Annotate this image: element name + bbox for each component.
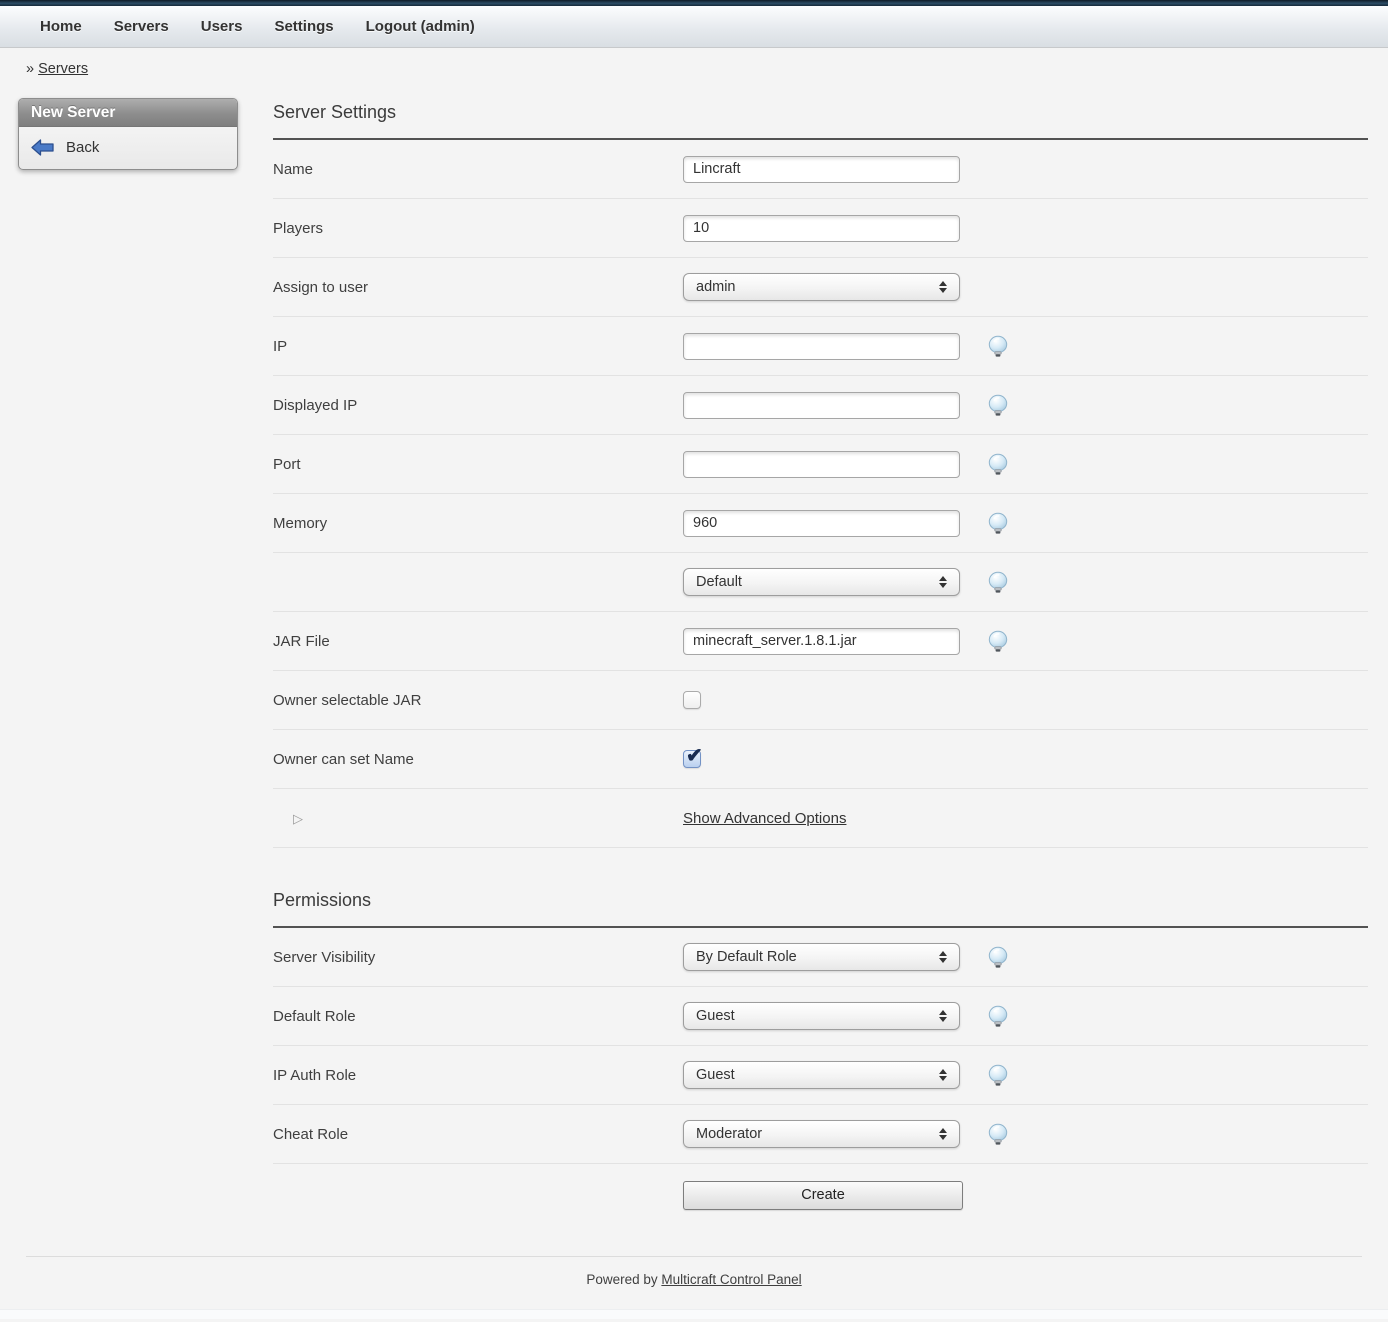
back-button[interactable]: Back [19, 134, 237, 161]
nav-item-logout[interactable]: Logout (admin) [366, 18, 475, 35]
displayed-ip-input[interactable] [683, 392, 960, 419]
cheat-role-label: Cheat Role [273, 1126, 683, 1143]
displayed-ip-label: Displayed IP [273, 397, 683, 414]
server-settings-heading: Server Settings [273, 77, 1368, 140]
nav-item-settings[interactable]: Settings [274, 18, 333, 35]
default-role-help-lightbulb-icon[interactable] [986, 1005, 1010, 1028]
ip-input[interactable] [683, 333, 960, 360]
displayed-ip-help-lightbulb-icon[interactable] [986, 394, 1010, 417]
jar-file-label: JAR File [273, 633, 683, 650]
select-stepper-icon [939, 1069, 947, 1081]
ip-auth-role-select[interactable]: Guest [683, 1061, 960, 1089]
select-stepper-icon [939, 576, 947, 588]
breadcrumb-link-servers[interactable]: Servers [38, 61, 88, 77]
ip-auth-role-help-lightbulb-icon[interactable] [986, 1064, 1010, 1087]
players-label: Players [273, 220, 683, 237]
server-visibility-label: Server Visibility [273, 949, 683, 966]
footer-link-multicraft[interactable]: Multicraft Control Panel [661, 1272, 801, 1287]
memory-input[interactable] [683, 510, 960, 537]
page-bottom-strip [0, 1309, 1388, 1319]
new-server-panel: New Server Back [18, 98, 238, 170]
server-visibility-select[interactable]: By Default Role [683, 943, 960, 971]
create-button[interactable]: Create [683, 1181, 963, 1210]
permissions-heading: Permissions [273, 848, 1368, 928]
memory-help-lightbulb-icon[interactable] [986, 512, 1010, 535]
breadcrumb-symbol: » [26, 61, 34, 77]
displayed-ip-row: Displayed IP [273, 376, 1368, 435]
players-input[interactable] [683, 215, 960, 242]
advanced-options-row: ▷ Show Advanced Options [273, 789, 1368, 848]
ip-auth-role-label: IP Auth Role [273, 1067, 683, 1084]
port-help-lightbulb-icon[interactable] [986, 453, 1010, 476]
memory-default-select[interactable]: Default [683, 568, 960, 596]
nav-item-servers[interactable]: Servers [114, 18, 169, 35]
name-input[interactable] [683, 156, 960, 183]
ip-auth-role-selected-value: Guest [696, 1067, 735, 1083]
select-stepper-icon [939, 281, 947, 293]
memory-default-help-lightbulb-icon[interactable] [986, 571, 1010, 594]
cheat-role-row: Cheat Role Moderator [273, 1105, 1368, 1164]
cheat-role-selected-value: Moderator [696, 1126, 762, 1142]
ip-row: IP [273, 317, 1368, 376]
assign-to-user-row: Assign to user admin [273, 258, 1368, 317]
owner-selectable-jar-row: Owner selectable JAR [273, 671, 1368, 730]
port-label: Port [273, 456, 683, 473]
name-label: Name [273, 161, 683, 178]
server-visibility-help-lightbulb-icon[interactable] [986, 946, 1010, 969]
cheat-role-select[interactable]: Moderator [683, 1120, 960, 1148]
memory-default-selected-value: Default [696, 574, 742, 590]
server-visibility-selected-value: By Default Role [696, 949, 797, 965]
owner-can-set-name-checkbox[interactable] [683, 750, 701, 768]
jar-file-row: JAR File [273, 612, 1368, 671]
ip-label: IP [273, 338, 683, 355]
assign-to-user-select[interactable]: admin [683, 273, 960, 301]
back-arrow-icon [31, 139, 55, 156]
assign-to-user-label: Assign to user [273, 279, 683, 296]
memory-label: Memory [273, 515, 683, 532]
panel-title: New Server [19, 99, 237, 127]
default-role-row: Default Role Guest [273, 987, 1368, 1046]
footer-text: Powered by [586, 1272, 657, 1287]
memory-row: Memory [273, 494, 1368, 553]
select-stepper-icon [939, 1128, 947, 1140]
create-row: Create [273, 1164, 1368, 1226]
ip-auth-role-row: IP Auth Role Guest [273, 1046, 1368, 1105]
default-role-selected-value: Guest [696, 1008, 735, 1024]
default-role-select[interactable]: Guest [683, 1002, 960, 1030]
disclosure-triangle-icon: ▷ [293, 811, 303, 826]
jar-file-help-lightbulb-icon[interactable] [986, 630, 1010, 653]
server-form: Server Settings Name Players Assign to u… [273, 77, 1368, 1226]
port-row: Port [273, 435, 1368, 494]
owner-can-set-name-label: Owner can set Name [273, 751, 683, 768]
cheat-role-help-lightbulb-icon[interactable] [986, 1123, 1010, 1146]
nav-item-users[interactable]: Users [201, 18, 243, 35]
show-advanced-options-link[interactable]: Show Advanced Options [683, 810, 846, 827]
main-navbar: Home Servers Users Settings Logout (admi… [0, 6, 1388, 48]
ip-help-lightbulb-icon[interactable] [986, 335, 1010, 358]
assign-to-user-selected-value: admin [696, 279, 736, 295]
jar-file-input[interactable] [683, 628, 960, 655]
name-row: Name [273, 140, 1368, 199]
select-stepper-icon [939, 1010, 947, 1022]
select-stepper-icon [939, 951, 947, 963]
owner-selectable-jar-label: Owner selectable JAR [273, 692, 683, 709]
back-button-label: Back [66, 139, 99, 156]
port-input[interactable] [683, 451, 960, 478]
owner-can-set-name-row: Owner can set Name [273, 730, 1368, 789]
default-role-label: Default Role [273, 1008, 683, 1025]
nav-item-home[interactable]: Home [40, 18, 82, 35]
memory-default-row: Default [273, 553, 1368, 612]
server-visibility-row: Server Visibility By Default Role [273, 928, 1368, 987]
owner-selectable-jar-checkbox[interactable] [683, 691, 701, 709]
players-row: Players [273, 199, 1368, 258]
breadcrumb: » Servers [0, 48, 1388, 77]
footer: Powered by Multicraft Control Panel [26, 1256, 1362, 1309]
